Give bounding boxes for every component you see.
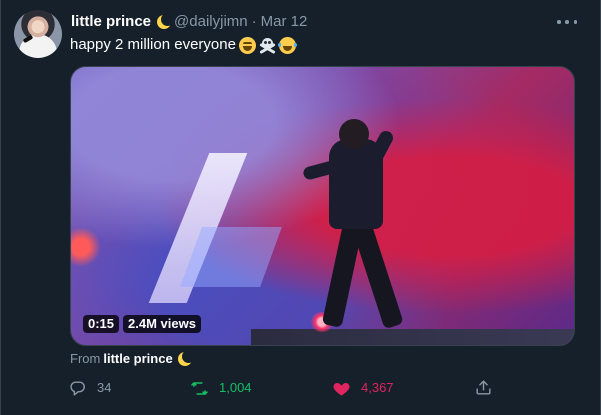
retweet-icon — [191, 381, 208, 395]
separator-dot: · — [251, 13, 257, 30]
avatar[interactable] — [14, 10, 62, 58]
like-button[interactable]: 4,367 — [332, 378, 394, 398]
tweet-text: happy 2 million everyone — [70, 35, 297, 55]
user-handle[interactable]: @dailyjimn — [174, 12, 248, 32]
skull-crossbones-emoji-icon — [259, 37, 276, 54]
share-button[interactable] — [474, 378, 493, 397]
tweet-date[interactable]: Mar 12 — [261, 12, 308, 32]
reply-count: 34 — [97, 380, 112, 395]
display-name[interactable]: little prince — [71, 12, 151, 32]
crescent-moon-icon — [156, 13, 175, 29]
attribution-source-link[interactable]: little prince — [103, 351, 172, 367]
video-attribution: From little prince — [70, 350, 195, 367]
more-options-icon[interactable] — [557, 12, 577, 32]
heart-icon — [333, 382, 350, 396]
retweet-button[interactable]: 1,004 — [190, 378, 252, 398]
tweet-text-content: happy 2 million everyone — [70, 36, 236, 53]
face-with-tears-of-joy-emoji-icon — [277, 36, 297, 54]
like-count: 4,367 — [361, 380, 394, 395]
stage-floor — [251, 329, 574, 345]
performer-head — [339, 119, 369, 149]
video-badges: 0:15 2.4M views — [83, 315, 201, 333]
reply-icon — [70, 380, 85, 396]
performer-leg — [350, 216, 404, 330]
tweet-actions: 34 1,004 4,367 — [68, 378, 498, 400]
tired-face-emoji-icon — [238, 36, 256, 54]
video-views-badge: 2.4M views — [123, 315, 201, 333]
retweet-count: 1,004 — [219, 380, 252, 395]
tweet-card[interactable]: little prince @dailyjimn · Mar 12 happy … — [0, 0, 601, 415]
stage-spotlight — [71, 227, 101, 267]
video-player[interactable]: 0:15 2.4M views — [70, 66, 575, 346]
video-duration-badge: 0:15 — [83, 315, 120, 333]
tweet-header: little prince @dailyjimn · Mar 12 — [71, 12, 307, 32]
reply-button[interactable]: 34 — [68, 378, 111, 398]
attribution-prefix: From — [70, 351, 101, 366]
microphone-icon — [22, 34, 34, 44]
share-icon — [476, 380, 491, 395]
crescent-moon-icon — [177, 350, 195, 366]
